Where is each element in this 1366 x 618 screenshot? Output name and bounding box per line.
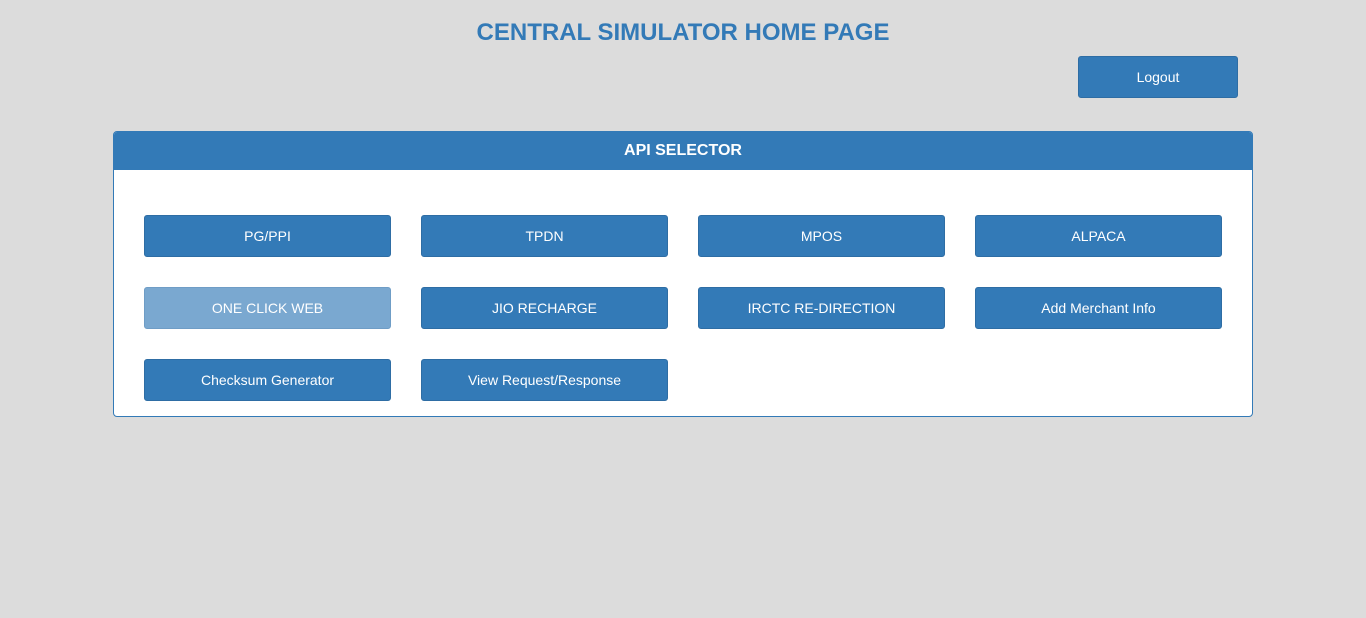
api-selector-panel: API SELECTOR PG/PPI TPDN MPOS ALPACA ONE…: [113, 131, 1253, 417]
one-click-web-button[interactable]: ONE CLICK WEB: [144, 287, 391, 329]
add-merchant-info-button[interactable]: Add Merchant Info: [975, 287, 1222, 329]
view-request-response-button[interactable]: View Request/Response: [421, 359, 668, 401]
jio-recharge-button[interactable]: JIO RECHARGE: [421, 287, 668, 329]
alpaca-button[interactable]: ALPACA: [975, 215, 1222, 257]
page-title: CENTRAL SIMULATOR HOME PAGE: [476, 19, 890, 46]
checksum-generator-button[interactable]: Checksum Generator: [144, 359, 391, 401]
mpos-button[interactable]: MPOS: [698, 215, 945, 257]
logout-button[interactable]: Logout: [1078, 56, 1238, 98]
panel-heading: API SELECTOR: [114, 132, 1252, 170]
tpdn-button[interactable]: TPDN: [421, 215, 668, 257]
irctc-redirection-button[interactable]: IRCTC RE-DIRECTION: [698, 287, 945, 329]
pg-ppi-button[interactable]: PG/PPI: [144, 215, 391, 257]
